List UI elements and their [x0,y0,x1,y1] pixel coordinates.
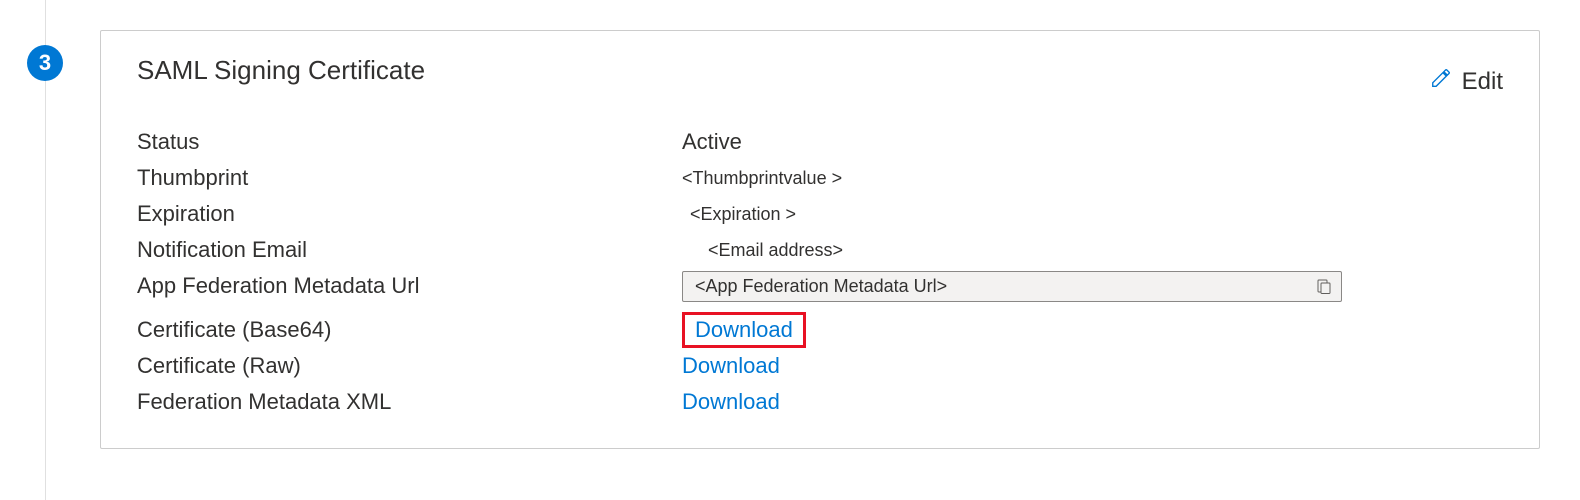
edit-label: Edit [1462,68,1503,96]
card-header: SAML Signing Certificate Edit [137,55,1503,96]
cert-base64-row: Certificate (Base64) Download [137,312,1503,348]
cert-raw-row: Certificate (Raw) Download [137,348,1503,384]
card-title: SAML Signing Certificate [137,55,425,86]
thumbprint-value: <Thumbprintvalue > [682,168,842,189]
metadata-url-value: <App Federation Metadata Url> [695,276,947,297]
metadata-url-row: App Federation Metadata Url <App Federat… [137,268,1503,304]
status-value: Active [682,129,742,155]
step-number-badge: 3 [27,45,63,81]
thumbprint-row: Thumbprint <Thumbprintvalue > [137,160,1503,196]
expiration-row: Expiration <Expiration > [137,196,1503,232]
cert-raw-label: Certificate (Raw) [137,353,682,379]
thumbprint-label: Thumbprint [137,165,682,191]
notification-email-label: Notification Email [137,237,682,263]
notification-email-value: <Email address> [682,240,843,261]
pencil-icon [1430,67,1452,96]
status-row: Status Active [137,124,1503,160]
metadata-xml-download-link[interactable]: Download [682,389,780,415]
notification-email-row: Notification Email <Email address> [137,232,1503,268]
status-label: Status [137,129,682,155]
saml-certificate-card: SAML Signing Certificate Edit Status Act… [100,30,1540,449]
cert-base64-label: Certificate (Base64) [137,317,682,343]
expiration-label: Expiration [137,201,682,227]
metadata-xml-row: Federation Metadata XML Download [137,384,1503,420]
edit-button[interactable]: Edit [1430,67,1503,96]
metadata-url-box: <App Federation Metadata Url> [682,271,1342,302]
cert-raw-download-link[interactable]: Download [682,353,780,379]
metadata-xml-label: Federation Metadata XML [137,389,682,415]
copy-icon[interactable] [1315,277,1333,295]
step-number: 3 [39,50,51,76]
cert-base64-download-link[interactable]: Download [682,312,806,348]
expiration-value: <Expiration > [682,204,796,225]
metadata-url-label: App Federation Metadata Url [137,273,682,299]
